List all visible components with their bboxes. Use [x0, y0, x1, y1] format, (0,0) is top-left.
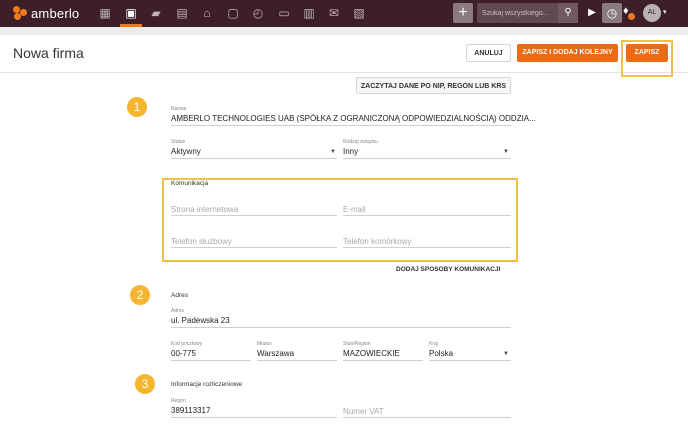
fetch-by-nip-button[interactable]: ZACZYTAJ DANE PO NIP, REGON LUB KRS	[356, 77, 511, 94]
state-field[interactable]: MAZOWIECKIE	[343, 349, 400, 358]
communication-title: Komunikacja	[171, 180, 209, 187]
amberlo-logo[interactable]: amberlo	[13, 5, 79, 21]
notification-badge	[628, 13, 635, 20]
state-underline	[343, 360, 423, 361]
add-new-button[interactable]: +	[453, 3, 473, 23]
relation-chevron-down-icon[interactable]: ▼	[503, 149, 509, 155]
bank-icon[interactable]: ⌂	[199, 5, 215, 21]
contacts-icon[interactable]: ▣	[123, 5, 139, 21]
relation-select[interactable]: Inny	[343, 147, 358, 156]
website-field[interactable]: Strona internetowa	[171, 205, 238, 214]
work-phone-underline	[171, 247, 337, 248]
global-search: ⚲	[477, 3, 578, 23]
save-and-add-next-button[interactable]: ZAPISZ I DODAJ KOLEJNY	[517, 44, 618, 62]
email-underline	[343, 215, 511, 216]
name-underline	[171, 125, 511, 126]
vat-number-underline	[343, 417, 511, 418]
website-underline	[171, 215, 337, 216]
relation-underline	[343, 158, 511, 159]
country-label: Kraj	[429, 341, 438, 347]
country-select[interactable]: Polska	[429, 349, 453, 358]
name-field[interactable]: AMBERLO TECHNOLOGIES UAB (SPÓŁKA Z OGRAN…	[171, 114, 536, 123]
relation-label: Rodzaj związku	[343, 139, 378, 145]
step-1-badge: 1	[127, 97, 147, 117]
city-label: Miasto	[257, 341, 272, 347]
city-underline	[257, 360, 337, 361]
postal-code-label: Kod pocztowy	[171, 341, 203, 347]
regon-field[interactable]: 389113317	[171, 406, 210, 415]
play-timer-button[interactable]: ▶	[582, 3, 602, 23]
mobile-phone-field[interactable]: Telefon komórkowy	[343, 237, 411, 246]
stopwatch-icon[interactable]: ◷	[602, 3, 622, 23]
user-avatar[interactable]: AL	[643, 4, 661, 22]
postal-code-underline	[171, 360, 251, 361]
folder-icon[interactable]: ▭	[276, 5, 292, 21]
document-icon[interactable]: ▤	[174, 5, 190, 21]
mobile-phone-underline	[343, 247, 511, 248]
form-header: Nowa firma ANULUJ ZAPISZ I DODAJ KOLEJNY…	[0, 35, 688, 73]
briefcase-icon[interactable]: ▰	[148, 5, 164, 21]
address-label: Adres	[171, 308, 185, 314]
name-label: Nazwa	[171, 106, 187, 112]
city-field[interactable]: Warszawa	[257, 349, 294, 358]
email-field[interactable]: E-mail	[343, 205, 366, 214]
reports-icon[interactable]: ▧	[351, 5, 367, 21]
address-section-title: Adres	[171, 292, 188, 299]
logo-text: amberlo	[31, 5, 80, 21]
state-label: Stan/Region	[343, 341, 371, 347]
new-company-form-card: Nowa firma ANULUJ ZAPISZ I DODAJ KOLEJNY…	[0, 35, 688, 425]
calendar-icon[interactable]: ▢	[225, 5, 241, 21]
active-nav-indicator	[120, 24, 142, 27]
postal-code-field[interactable]: 00-775	[171, 349, 196, 358]
regon-underline	[171, 417, 337, 418]
address-underline	[171, 327, 511, 328]
top-navigation-bar: amberlo ▦ ▣ ▰ ▤ ⌂ ▢ ◴ ▭ ▥ ✉ ▧ + ⚲ ▶ ◷ ♦ …	[0, 0, 688, 27]
search-icon[interactable]: ⚲	[558, 3, 578, 23]
chevron-down-icon[interactable]: ▾	[663, 8, 667, 16]
search-input[interactable]	[482, 6, 557, 20]
status-label: Status	[171, 139, 186, 145]
page-title: Nowa firma	[13, 45, 84, 61]
logo-icon	[13, 6, 28, 20]
step-2-badge: 2	[130, 285, 150, 305]
status-select[interactable]: Aktywny	[171, 147, 201, 156]
communication-highlight	[162, 178, 518, 262]
status-chevron-down-icon[interactable]: ▼	[330, 149, 336, 155]
address-field[interactable]: ul. Padewska 23	[171, 316, 230, 325]
work-phone-field[interactable]: Telefon służbowy	[171, 237, 232, 246]
invoice-icon[interactable]: ▥	[301, 5, 317, 21]
save-button-highlight	[621, 40, 673, 77]
regon-label: Regon	[171, 398, 186, 404]
mail-icon[interactable]: ✉	[326, 5, 342, 21]
dashboard-icon[interactable]: ▦	[97, 5, 113, 21]
step-3-badge: 3	[135, 374, 155, 394]
country-chevron-down-icon[interactable]: ▼	[503, 351, 509, 357]
status-underline	[171, 158, 337, 159]
vat-number-field[interactable]: Numer VAT	[343, 407, 384, 416]
country-underline	[429, 360, 511, 361]
cancel-button[interactable]: ANULUJ	[466, 44, 511, 62]
clock-history-icon[interactable]: ◴	[250, 5, 266, 21]
billing-section-title: Informacje rozliczeniowe	[171, 381, 243, 388]
add-communication-button[interactable]: DODAJ SPOSOBY KOMUNIKACJI	[396, 266, 500, 273]
